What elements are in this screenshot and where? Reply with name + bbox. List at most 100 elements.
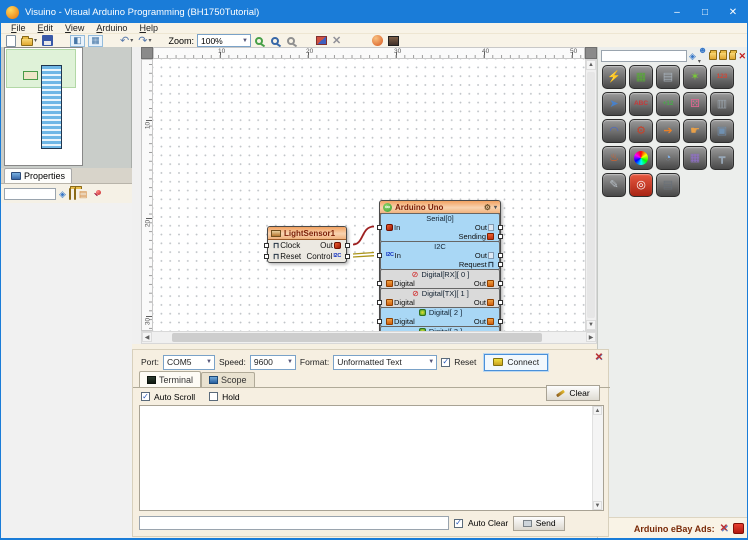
palette-memory-button[interactable]: ▥ xyxy=(710,92,734,116)
scroll-left-icon[interactable]: ◀ xyxy=(142,332,152,342)
chevron-down-icon[interactable]: ▾ xyxy=(698,59,701,65)
palette-flame-button[interactable]: ♨ xyxy=(602,146,626,170)
palette-arrows-button[interactable]: ➔ xyxy=(656,119,680,143)
pin-row[interactable]: InOut xyxy=(381,223,499,232)
send-input[interactable] xyxy=(139,516,449,530)
filter-icon[interactable]: ◈ xyxy=(59,189,66,199)
palette-connections-button[interactable]: ✶ xyxy=(683,65,707,89)
pin-connector[interactable] xyxy=(264,243,269,248)
redo-button[interactable]: ↷▾ xyxy=(137,34,152,47)
palette-file-gear-button[interactable]: ✎ xyxy=(602,173,626,197)
chevron-down-icon[interactable]: ▼ xyxy=(285,359,295,365)
packages-button[interactable] xyxy=(315,34,328,47)
pin-connector[interactable] xyxy=(377,253,382,258)
view-designer-button[interactable]: ◧ xyxy=(70,35,85,47)
scroll-right-icon[interactable]: ▶ xyxy=(586,332,596,342)
zoom-combobox[interactable]: 100%▼ xyxy=(197,34,251,47)
pin-row[interactable]: DigitalOut xyxy=(381,298,499,307)
zoom-out-button[interactable] xyxy=(286,34,299,47)
pin-connector[interactable] xyxy=(498,234,503,239)
ebay-icon[interactable] xyxy=(733,523,744,534)
pin-row[interactable]: Sending xyxy=(381,232,499,241)
wrench-icon[interactable]: ⚙ xyxy=(484,203,491,212)
arduino-section-2[interactable]: ⊘Digital[RX][ 0 ]DigitalOut xyxy=(380,269,500,289)
palette-display-button[interactable]: ▣ xyxy=(710,119,734,143)
design-canvas[interactable]: LightSensor1 ⊓ClockOut⊓ResetControlI2C ∞… xyxy=(153,59,585,331)
pin-row[interactable]: Request⊓ xyxy=(381,260,499,269)
connect-button[interactable]: Connect xyxy=(484,354,548,371)
pin-connector[interactable] xyxy=(377,281,382,286)
save-button[interactable] xyxy=(41,34,54,47)
pin-row[interactable]: DigitalOut xyxy=(381,317,499,326)
chevron-down-icon[interactable]: ▾ xyxy=(494,204,497,211)
tab-properties[interactable]: Properties xyxy=(4,168,72,183)
pin-icon[interactable] xyxy=(94,190,102,198)
pin-connector[interactable] xyxy=(345,254,350,259)
send-button[interactable]: Send xyxy=(513,516,565,531)
clear-button[interactable]: Clear xyxy=(546,385,600,401)
undo-dropdown-icon[interactable]: ▾ xyxy=(130,37,133,44)
undo-button[interactable]: ↶▾ xyxy=(119,34,134,47)
palette-chip-button[interactable]: ▦ xyxy=(683,146,707,170)
arduino-section-3[interactable]: ⊘Digital[TX][ 1 ]DigitalOut xyxy=(380,288,500,308)
new-folder-icon[interactable] xyxy=(709,52,717,60)
palette-math-button[interactable]: +12 xyxy=(656,92,680,116)
zoom-in-button[interactable] xyxy=(254,34,267,47)
help-button[interactable] xyxy=(371,34,384,47)
terminal-output[interactable]: ▲ ▼ xyxy=(139,405,604,511)
reset-checkbox[interactable] xyxy=(441,358,450,367)
menu-view[interactable]: View xyxy=(59,23,90,33)
palette-search-input[interactable] xyxy=(601,50,687,62)
vertical-scroll-thumb[interactable] xyxy=(587,72,595,318)
pin-connector[interactable] xyxy=(498,253,503,258)
clear-search-icon[interactable]: ✕ xyxy=(738,51,746,61)
lightsensor-header[interactable]: LightSensor1 xyxy=(268,227,346,240)
open-button[interactable]: ▾ xyxy=(20,34,38,47)
format-combobox[interactable]: Unformatted Text▼ xyxy=(333,355,437,370)
new-button[interactable] xyxy=(5,34,17,47)
scroll-down-icon[interactable]: ▼ xyxy=(586,320,596,330)
redo-dropdown-icon[interactable]: ▾ xyxy=(148,37,151,44)
port-combobox[interactable]: COM5▼ xyxy=(163,355,215,370)
arduino-section-4[interactable]: Digital[ 2 ]DigitalOut xyxy=(380,307,500,327)
palette-digits-123-button[interactable]: 123 xyxy=(710,65,734,89)
vertical-scrollbar[interactable]: ▲ ▼ xyxy=(585,59,597,331)
properties-search-input[interactable] xyxy=(4,188,56,200)
pin-row[interactable]: ⊓ClockOut xyxy=(268,240,346,251)
folder-up-icon[interactable] xyxy=(719,52,727,60)
i2c-wire-b[interactable] xyxy=(353,256,374,257)
delete-button[interactable]: ✕ xyxy=(331,34,342,47)
collapse-folders-icon[interactable] xyxy=(74,189,76,199)
pin-connector[interactable] xyxy=(498,300,503,305)
palette-power-button[interactable]: ◎ xyxy=(629,173,653,197)
palette-text-abc-button[interactable]: ABC xyxy=(629,92,653,116)
speed-combobox[interactable]: 9600▼ xyxy=(250,355,296,370)
pin-connector[interactable] xyxy=(377,300,382,305)
upload-button[interactable] xyxy=(387,34,400,47)
zoom-reset-button[interactable] xyxy=(270,34,283,47)
ads-close-icon[interactable]: ✕ xyxy=(720,523,728,534)
scroll-up-icon[interactable]: ▲ xyxy=(593,406,602,415)
folder-icon[interactable] xyxy=(729,52,737,60)
chevron-down-icon[interactable]: ▼ xyxy=(426,359,436,365)
filter-icon[interactable]: ◈ xyxy=(689,51,696,61)
tab-scope[interactable]: Scope xyxy=(201,372,255,387)
serial-wire[interactable] xyxy=(353,227,374,245)
palette-calculator-button[interactable]: ▤ xyxy=(656,65,680,89)
component-arduino-uno[interactable]: ∞ Arduino Uno ⚙ ▾ Serial[0]InOutSendingI… xyxy=(379,200,501,331)
pin-row[interactable]: ⊓ResetControlI2C xyxy=(268,251,346,262)
auto-scroll-checkbox[interactable] xyxy=(141,392,150,401)
menu-edit[interactable]: Edit xyxy=(32,23,60,33)
chevron-down-icon[interactable]: ▼ xyxy=(242,38,250,44)
palette-vehicle-button[interactable]: ➤ xyxy=(602,92,626,116)
pin-row[interactable]: I2CInOut xyxy=(381,251,499,260)
palette-boards-button[interactable]: ▦ xyxy=(629,65,653,89)
wizard-icon[interactable]: ☻▾ xyxy=(698,45,707,67)
chevron-down-icon[interactable]: ▼ xyxy=(204,359,214,365)
pin-connector[interactable] xyxy=(498,281,503,286)
menu-arduino[interactable]: Arduino xyxy=(90,23,133,33)
palette-connectors-button[interactable]: ⚡ xyxy=(602,65,626,89)
component-lightsensor[interactable]: LightSensor1 ⊓ClockOut⊓ResetControlI2C xyxy=(267,226,347,263)
pin-connector[interactable] xyxy=(377,225,382,230)
palette-valve-button[interactable]: ┳ xyxy=(710,146,734,170)
